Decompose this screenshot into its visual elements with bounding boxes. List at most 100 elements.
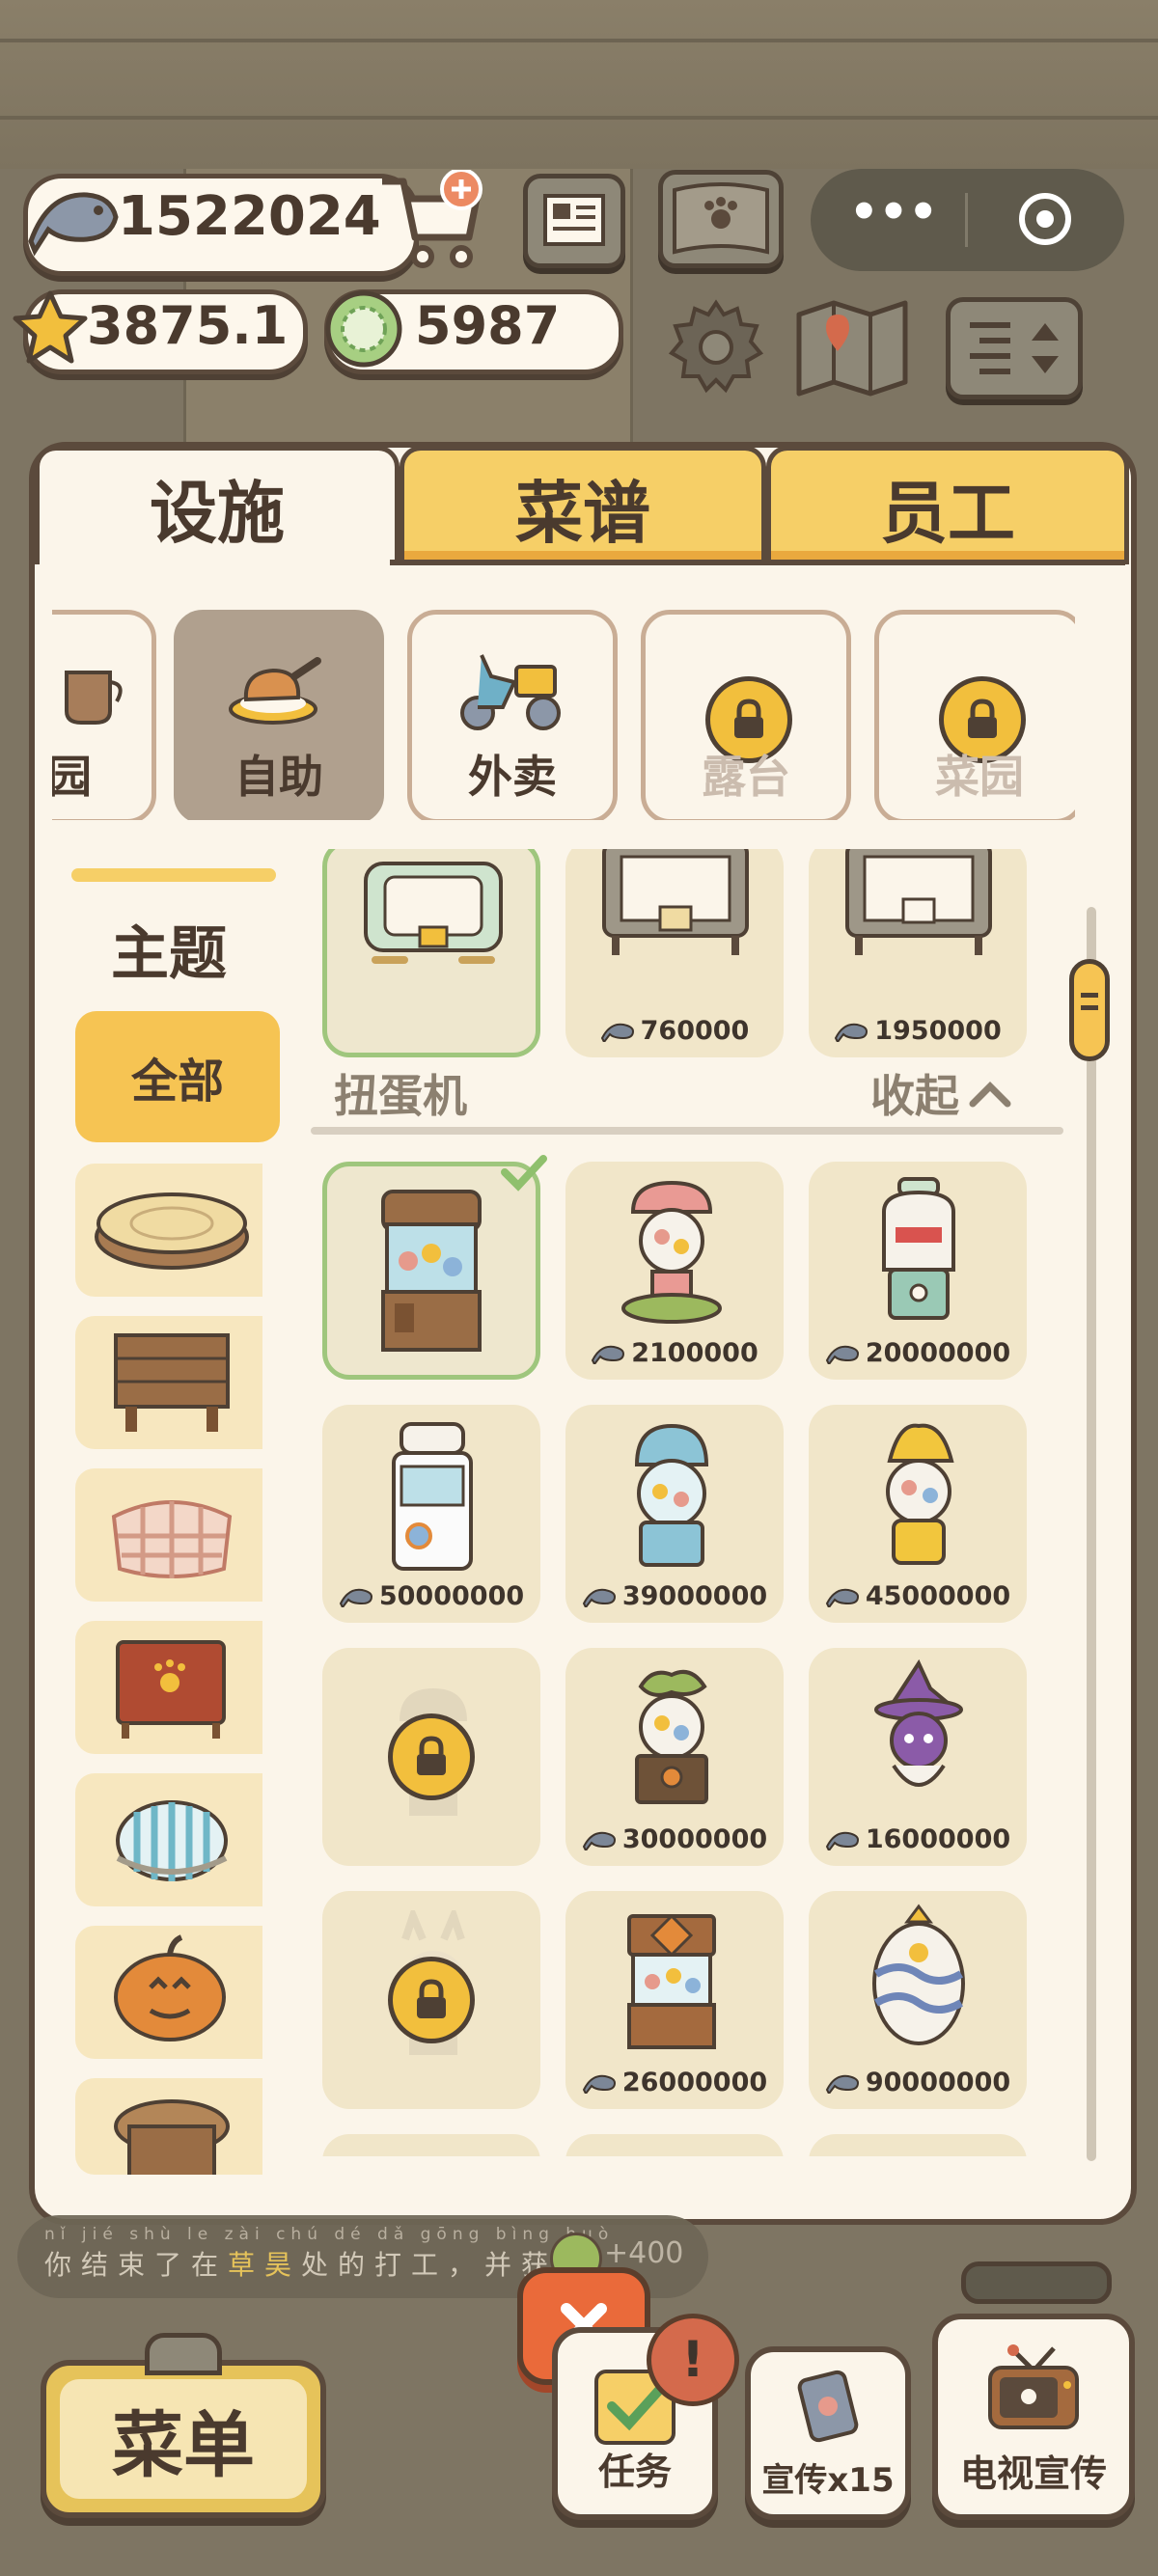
- section-underline: [311, 1127, 1063, 1135]
- theme-wooden[interactable]: [75, 1316, 262, 1449]
- item-card-gacha-1[interactable]: 2100000: [565, 1162, 784, 1380]
- price-tag: 760000: [565, 1016, 784, 1046]
- category-vegetable-garden[interactable]: 菜园: [874, 610, 1075, 820]
- theme-tree-stump[interactable]: [75, 1164, 262, 1297]
- close-miniapp-icon[interactable]: [1019, 193, 1071, 245]
- item-card-gacha-0[interactable]: [322, 1155, 547, 1380]
- price-tag: 20000000: [809, 1338, 1027, 1368]
- map-icon[interactable]: [791, 295, 913, 401]
- mushroom-gacha-icon: [621, 1180, 722, 1324]
- price-text: 20000000: [865, 1338, 1011, 1368]
- wood-ceiling: [0, 0, 1158, 169]
- ceiling-plank: [0, 39, 1158, 42]
- theme-round-table[interactable]: [75, 2078, 262, 2175]
- category-buffet[interactable]: 自助: [174, 610, 384, 820]
- checkered-table-icon: [111, 1500, 233, 1578]
- ticker-reward: +400: [604, 2236, 684, 2270]
- item-card-gacha-11[interactable]: 90000000: [809, 1891, 1027, 2109]
- fish-icon: [600, 1023, 634, 1042]
- item-card-gacha-2[interactable]: 20000000: [809, 1162, 1027, 1380]
- gem-coin-icon: [325, 290, 402, 368]
- category-terrace[interactable]: 露台: [641, 610, 851, 820]
- promo-label: 宣传x15: [761, 2461, 895, 2500]
- ticker-text: 你结束了在草昊处的打工，并获: [44, 2244, 558, 2283]
- sort-toggle-button[interactable]: [946, 297, 1083, 399]
- more-icon[interactable]: •••: [849, 189, 938, 247]
- item-card-gacha-3[interactable]: 50000000: [322, 1405, 540, 1623]
- fish-icon: [582, 1588, 616, 1607]
- striped-table-icon: [116, 1800, 228, 1881]
- theme-pumpkin[interactable]: [75, 1926, 262, 2059]
- item-card-partial[interactable]: [322, 2134, 540, 2156]
- ceiling-plank: [0, 116, 1158, 120]
- theme-cat-paw[interactable]: [75, 1621, 262, 1754]
- lock-icon: [388, 1957, 475, 2043]
- tab-staff[interactable]: 员工: [766, 446, 1129, 564]
- price-text: 50000000: [378, 1581, 525, 1611]
- egg-gacha-icon: [872, 1904, 965, 2045]
- gem-count: 5987: [415, 295, 561, 356]
- category-label: 自助: [234, 751, 323, 803]
- witch-gacha-icon: [874, 1659, 963, 1787]
- item-card-partial[interactable]: [565, 2134, 784, 2156]
- tv-cooldown-bar: [961, 2261, 1112, 2304]
- fish-icon: [28, 192, 119, 257]
- price-text: 90000000: [865, 2068, 1011, 2097]
- item-card-gacha-4[interactable]: 39000000: [565, 1405, 784, 1623]
- category-label: 菜园: [935, 751, 1024, 803]
- newspaper-icon: [543, 194, 605, 246]
- category-label: 外卖: [468, 751, 557, 803]
- ticker-text-post: 处的打工，并获: [301, 2249, 559, 2281]
- round-table-icon: [114, 2099, 230, 2175]
- category-scroller[interactable]: 园 自助 外卖 露台 菜园: [52, 608, 1075, 820]
- dark-counter-icon: [845, 849, 992, 955]
- item-card-gacha-locked[interactable]: [322, 1891, 540, 2109]
- shop-cart-icon[interactable]: [376, 170, 492, 276]
- price-tag: 16000000: [809, 1824, 1027, 1854]
- theme-picnic[interactable]: [75, 1468, 262, 1602]
- theme-title: 主题: [111, 920, 227, 988]
- newspaper-button[interactable]: [523, 174, 625, 268]
- item-card-gacha-8[interactable]: 16000000: [809, 1648, 1027, 1866]
- settings-gear-icon[interactable]: [666, 297, 766, 397]
- item-card-gacha-locked[interactable]: [322, 1648, 540, 1866]
- category-delivery[interactable]: 外卖: [407, 610, 618, 820]
- scrollbar-track[interactable]: [1087, 907, 1096, 2161]
- fish-icon: [825, 1831, 859, 1850]
- scrollbar-thumb[interactable]: [1069, 959, 1110, 1061]
- recipe-book-button[interactable]: [658, 170, 784, 268]
- item-card-counter[interactable]: 1950000: [809, 849, 1027, 1057]
- theme-all-button[interactable]: 全部: [75, 1011, 280, 1142]
- promo-button[interactable]: 宣传x15: [745, 2346, 911, 2520]
- item-card-counter-owned[interactable]: [322, 849, 540, 1057]
- item-card-gacha-7[interactable]: 30000000: [565, 1648, 784, 1866]
- paw-book-icon: [673, 182, 769, 255]
- clipboard-clip: [145, 2333, 222, 2375]
- item-card-partial[interactable]: [809, 2134, 1027, 2156]
- tab-facilities[interactable]: 设施: [35, 446, 400, 564]
- menu-button[interactable]: 菜单: [41, 2360, 326, 2518]
- capsule-divider: [965, 193, 968, 247]
- theme-striped[interactable]: [75, 1773, 262, 1906]
- price-tag: 90000000: [809, 2068, 1027, 2097]
- price-text: 16000000: [865, 1824, 1011, 1854]
- stall-gacha-icon: [627, 1913, 716, 2049]
- fish-icon: [825, 1345, 859, 1364]
- item-card-gacha-5[interactable]: 45000000: [809, 1405, 1027, 1623]
- category-garden-partial[interactable]: 园: [52, 610, 156, 820]
- banana-gacha-icon: [886, 1423, 954, 1565]
- tv-promo-button[interactable]: 电视宣传: [932, 2314, 1135, 2520]
- price-tag: 50000000: [322, 1581, 540, 1611]
- tab-recipes[interactable]: 菜谱: [400, 446, 766, 564]
- pumpkin-icon: [114, 1934, 226, 2042]
- fish-icon: [835, 1023, 868, 1042]
- price-text: 1950000: [874, 1016, 1002, 1046]
- item-card-counter[interactable]: 760000: [565, 849, 784, 1057]
- price-text: 45000000: [865, 1581, 1011, 1611]
- ticker-highlight: 草昊: [228, 2249, 302, 2281]
- fish-icon: [592, 1345, 625, 1364]
- item-scroll-area[interactable]: 760000 1950000 扭蛋机 收起 2100000 20000000 5…: [311, 849, 1083, 2156]
- collapse-button[interactable]: 收起: [870, 1061, 1011, 1125]
- price-tag: 39000000: [565, 1581, 784, 1611]
- item-card-gacha-10[interactable]: 26000000: [565, 1891, 784, 2109]
